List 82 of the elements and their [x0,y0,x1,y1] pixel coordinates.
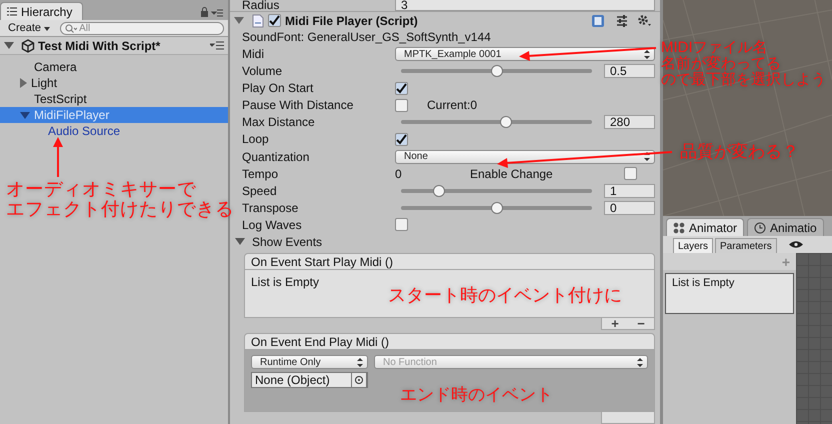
component-header[interactable]: Midi File Player (Script) [230,11,660,29]
slider-thumb[interactable] [433,184,446,197]
status-text: Current:0 [427,98,478,112]
panel-tab[interactable]: Hierarchy [0,2,84,20]
updown-icon [644,50,650,59]
arrow [53,137,63,177]
cube-icon [21,38,35,52]
checkbox[interactable] [395,218,408,232]
property-label: Play On Start [242,81,314,96]
tree-item[interactable]: Light [0,75,228,91]
foldout[interactable]: Show Events [235,233,655,250]
soundfont-text: SoundFont: GeneralUser_GS_SoftSynth_v144 [242,30,491,44]
expanded-arrow-icon[interactable] [4,42,14,49]
slider-thumb[interactable] [490,202,502,214]
tree-item[interactable]: Audio Source [0,123,228,139]
sub-tab[interactable]: Layers [673,238,714,253]
property-label: Midi [242,47,266,62]
tree-item[interactable]: Camera [0,59,228,75]
panel-tab[interactable]: Animatio [747,218,824,236]
nodes-icon [673,222,685,234]
object-field[interactable]: None (Object) [251,372,368,388]
slider-thumb[interactable] [500,116,512,128]
empty-list-text: List is Empty [672,277,734,289]
checkbox[interactable] [395,132,408,146]
annotation-text: エンド時のイベント [400,386,553,404]
scene-row[interactable]: Test Midi With Script* [0,37,228,55]
expanded-arrow-icon[interactable] [235,238,245,246]
script-file-icon [252,14,264,28]
checkbox[interactable] [268,14,281,28]
mode-dropdown[interactable]: Runtime Only [251,355,368,370]
list-icon [7,7,17,16]
property-label: Tempo [242,166,280,181]
value-field[interactable]: 0 [604,200,655,215]
expanded-arrow-icon[interactable] [234,17,244,24]
create-button[interactable]: Create [4,22,54,34]
annotation-text: スタート時のイベント付けに [388,286,622,306]
collapsed-arrow-icon[interactable] [20,78,27,88]
dropdown[interactable]: None [395,150,655,164]
caret-icon [44,27,50,31]
value-field[interactable]: 0.5 [604,64,655,78]
property-label: Volume [242,64,284,78]
remove-button[interactable]: − [637,318,645,329]
panel-tab[interactable]: Animator [666,218,744,236]
annotation-text: オーディオミキサーで エフェクト付けたりできる [6,179,234,219]
event-header: On Event End Play Midi () [244,333,655,350]
dropdown[interactable]: MPTK_Example 0001 [395,47,655,62]
empty-list-text: List is Empty [251,275,320,290]
menu-icon[interactable] [210,41,224,50]
updown-icon [357,358,363,367]
property-label: Radius [242,0,280,12]
annotation-text: 品質が変わる？ [680,143,799,162]
value-field[interactable]: 280 [604,115,655,130]
add-button[interactable]: + [611,318,619,329]
property-label: Speed [242,184,278,198]
value-field[interactable]: 3 [395,0,655,12]
property-label: Pause With Distance [242,98,354,112]
toggle-label: Enable Change [470,166,554,181]
checkbox[interactable] [395,82,408,95]
search-icon [65,24,78,32]
target-icon[interactable] [351,372,367,388]
annotation-text: MIDIファイル名 名前が変わってる ので最下部を選択しよう [661,40,826,89]
property-label: Loop [242,132,270,146]
settings-icon[interactable] [637,14,652,28]
sliders-icon[interactable] [615,14,629,28]
event-header: On Event Start Play Midi () [244,253,655,270]
property-label: Max Distance [242,115,316,130]
checkbox[interactable] [624,167,637,180]
tree-item[interactable]: TestScript [0,91,228,107]
updown-icon [637,358,643,367]
value-field[interactable]: 1 [604,184,655,198]
eye-icon[interactable] [788,240,803,249]
value-text: 0 [395,166,403,181]
updown-icon [644,152,650,161]
property-label: Log Waves [242,218,303,232]
checkbox[interactable] [395,98,408,112]
slider-thumb[interactable] [490,65,502,78]
clock-icon [754,222,766,234]
lock-and-menu-icon[interactable] [200,7,224,17]
sub-tab[interactable]: Parameters [715,238,777,253]
property-label: Quantization [242,150,310,164]
expanded-arrow-icon[interactable] [20,112,30,118]
property-label: Transpose [242,200,300,215]
